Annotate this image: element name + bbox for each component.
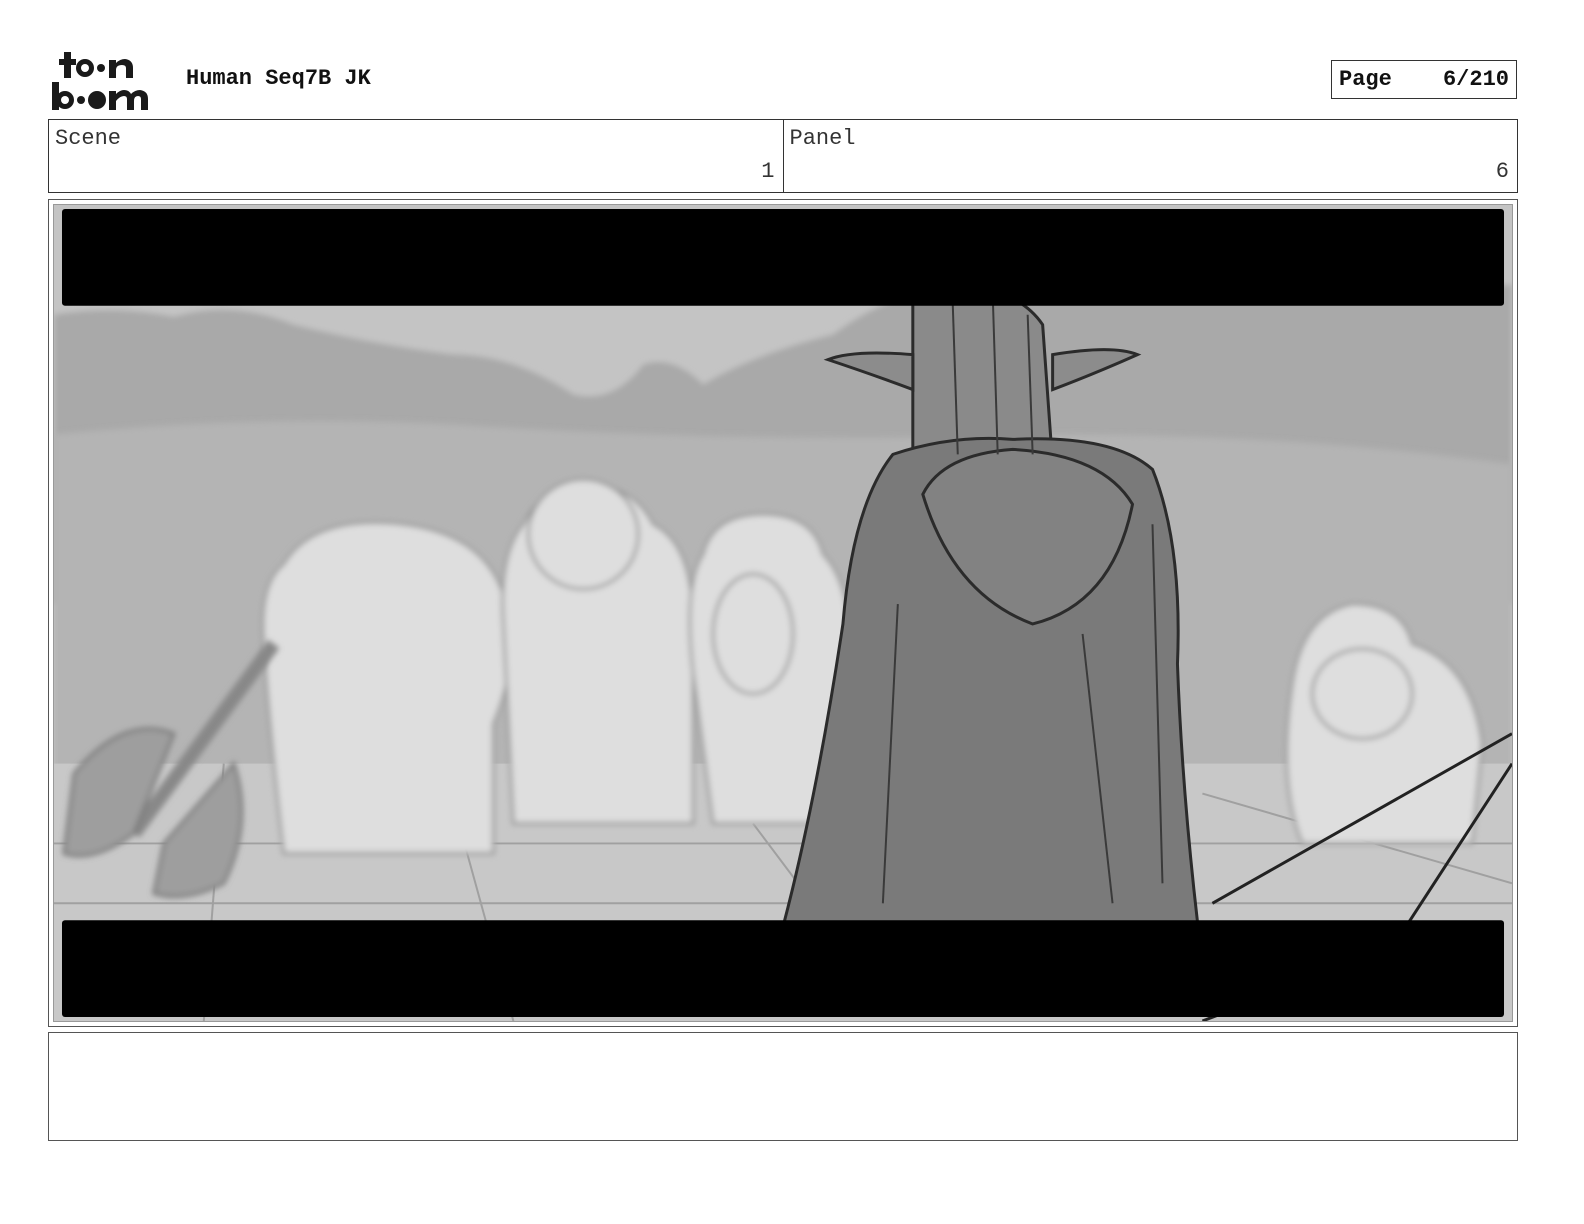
panel-label: Panel xyxy=(789,126,856,151)
notes-box xyxy=(48,1032,1518,1141)
toon-boom-logo xyxy=(52,50,164,112)
storyboard-sketch xyxy=(54,205,1512,1021)
scene-panel-info: Scene 1 Panel 6 xyxy=(48,119,1518,193)
document-title: Human Seq7B JK xyxy=(186,66,371,91)
panel-number: 6 xyxy=(1495,159,1509,184)
page-number: 6/210 xyxy=(1442,67,1509,92)
page-label: Page xyxy=(1339,67,1392,92)
scene-number: 1 xyxy=(761,159,775,184)
scene-cell: Scene 1 xyxy=(49,120,783,192)
scene-label: Scene xyxy=(55,126,122,151)
page-indicator: Page 6/210 xyxy=(1331,60,1517,99)
storyboard-panel xyxy=(48,199,1518,1027)
panel-cell: Panel 6 xyxy=(782,120,1518,192)
panel-image xyxy=(53,204,1513,1022)
